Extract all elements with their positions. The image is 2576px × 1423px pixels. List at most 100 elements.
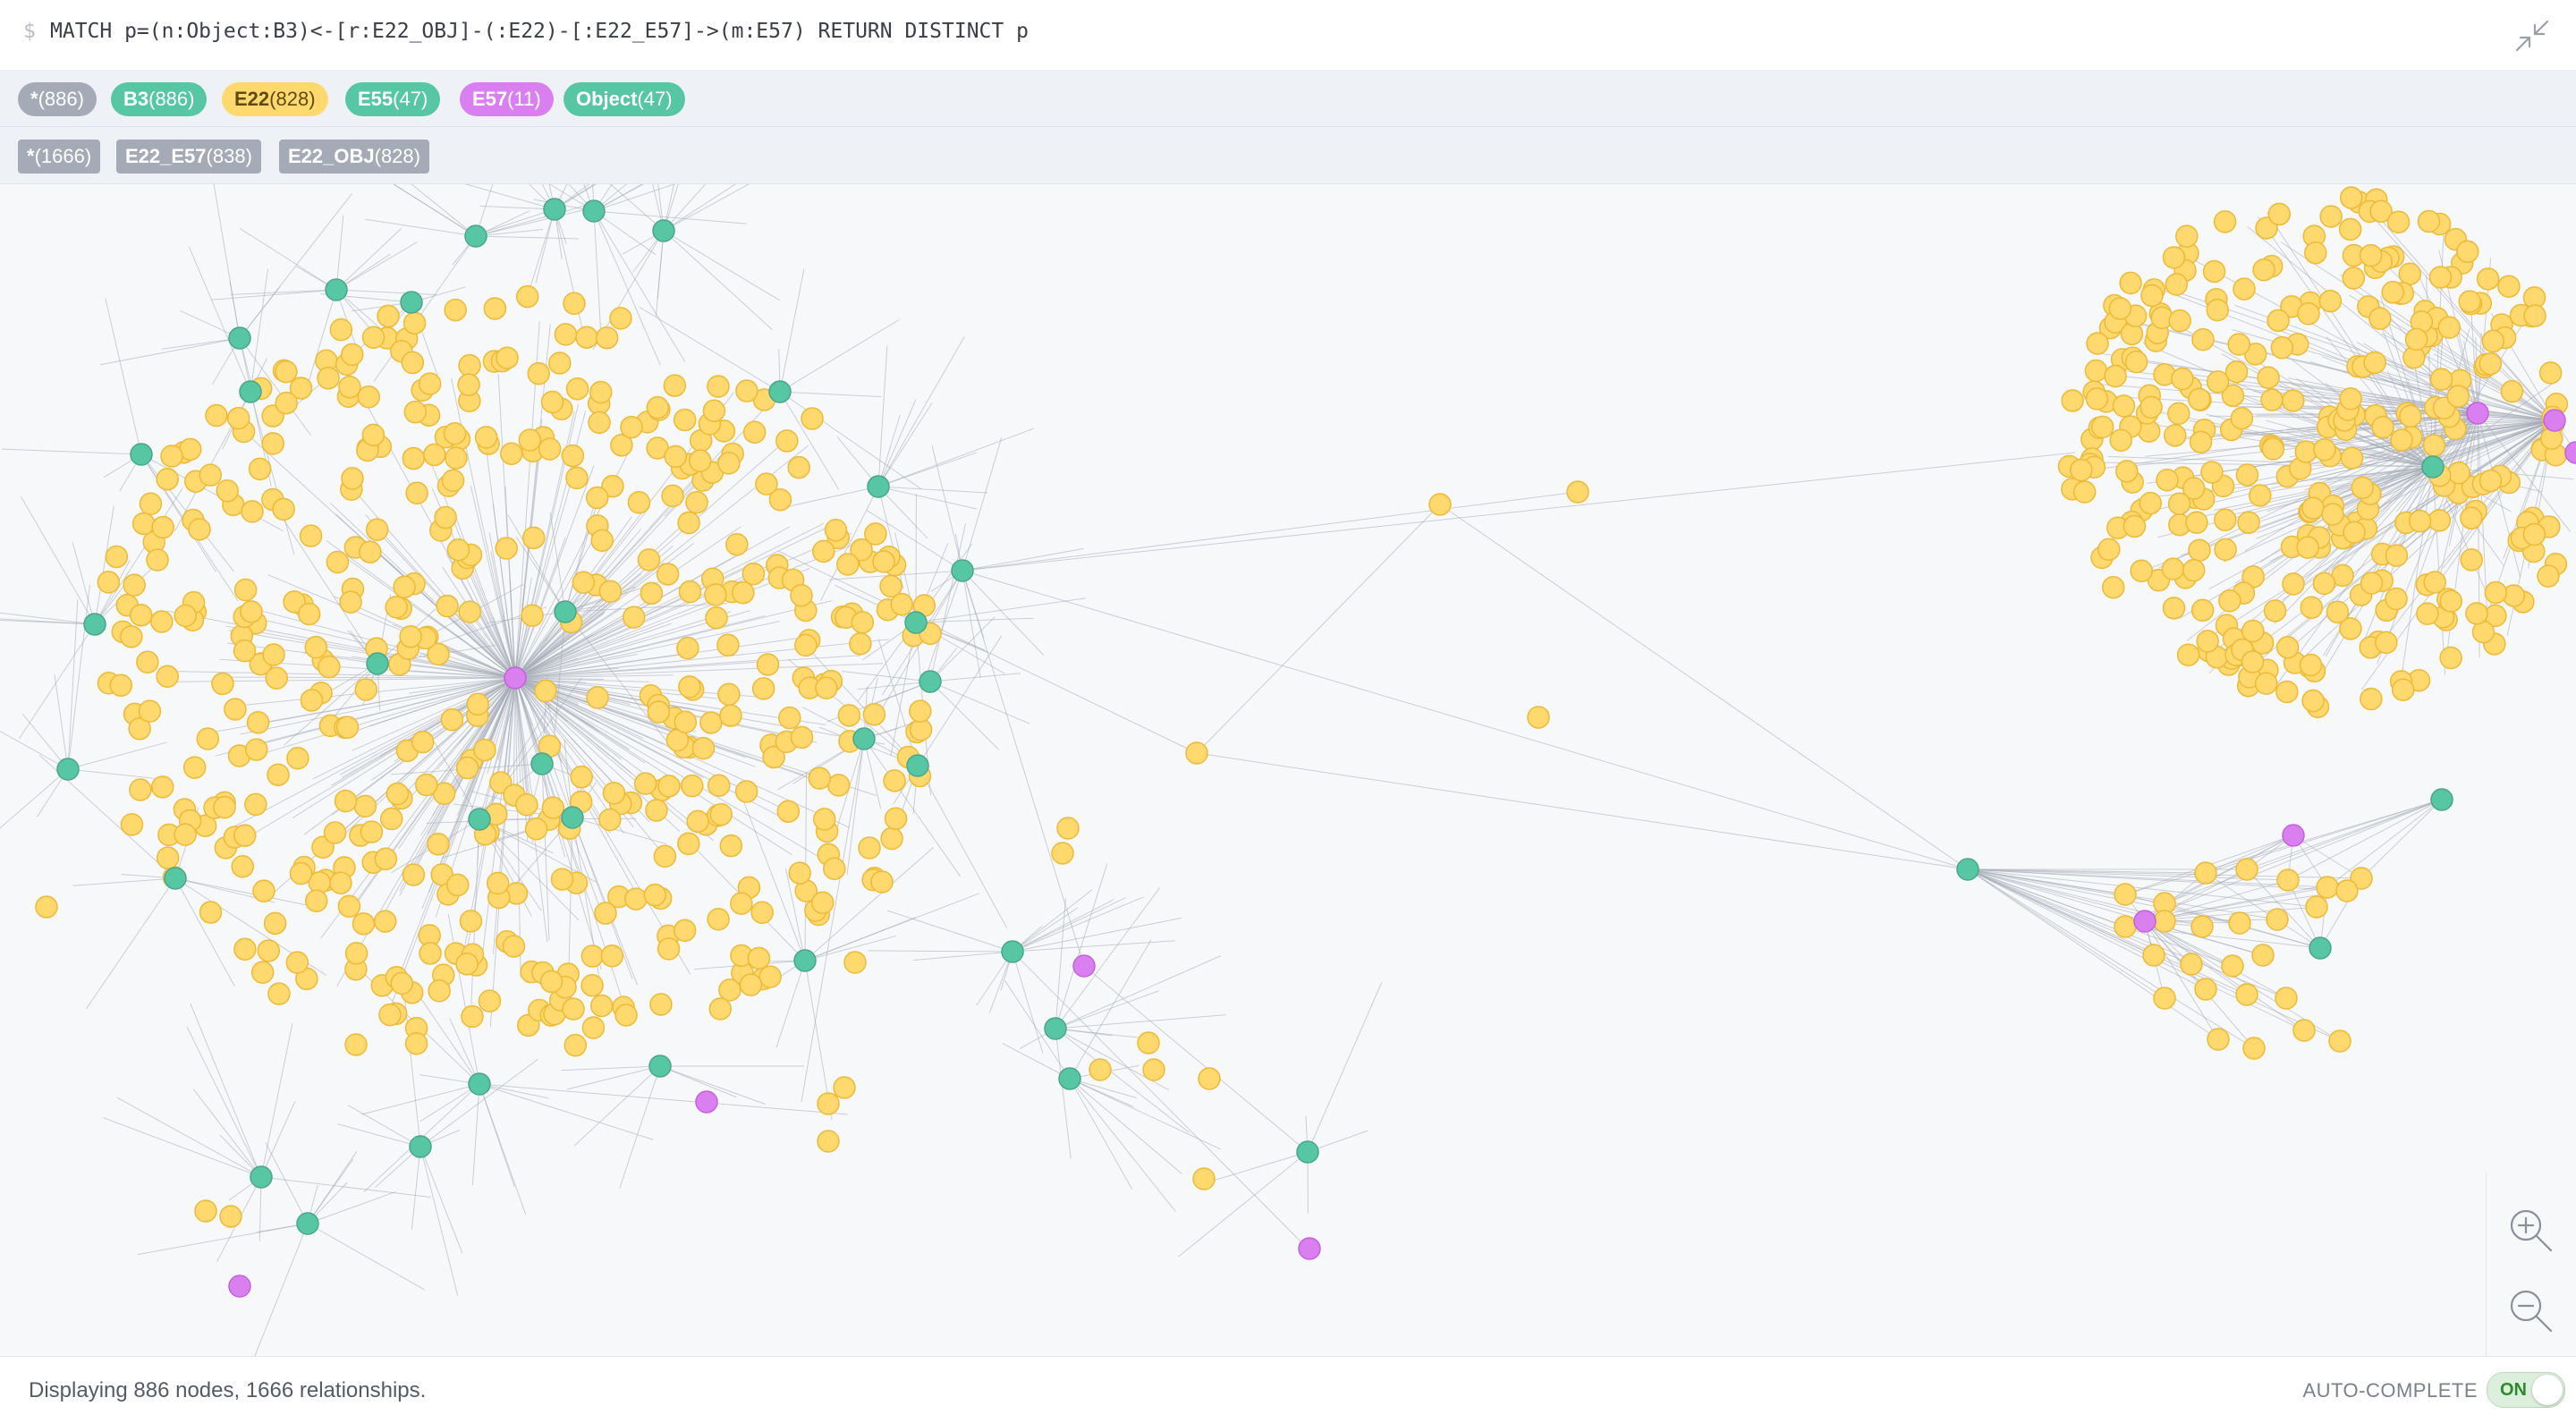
e22-node[interactable] [677, 638, 699, 659]
relationship-type-tag[interactable]: *(1666) [18, 140, 100, 174]
e22-node[interactable] [152, 517, 174, 538]
e22-node[interactable] [2215, 538, 2236, 560]
relationship-edge[interactable] [348, 1105, 420, 1147]
relationship-edge[interactable] [780, 392, 882, 397]
relationship-edge[interactable] [403, 184, 555, 209]
e22-node[interactable] [2195, 862, 2216, 884]
e22-node[interactable] [2265, 600, 2286, 622]
e22-node[interactable] [2116, 461, 2138, 482]
e22-node[interactable] [2186, 512, 2207, 533]
relationship-edge[interactable] [191, 1004, 261, 1177]
e22-node[interactable] [445, 447, 467, 469]
e22-node[interactable] [2440, 590, 2462, 612]
e22-node[interactable] [2109, 298, 2131, 319]
e22-node[interactable] [381, 809, 402, 830]
relationship-edge[interactable] [106, 298, 141, 454]
e22-node[interactable] [2086, 388, 2107, 410]
e22-node[interactable] [2448, 462, 2470, 484]
relationship-edge[interactable] [555, 209, 585, 341]
e22-node[interactable] [206, 405, 227, 427]
e22-node[interactable] [2131, 560, 2152, 581]
e22-node[interactable] [228, 408, 250, 429]
relationship-edge[interactable] [420, 1147, 462, 1253]
relationship-edge[interactable] [1055, 898, 1065, 1029]
relationship-edge[interactable] [308, 1191, 396, 1224]
e22-node[interactable] [2190, 431, 2212, 453]
e22-node[interactable] [2478, 268, 2499, 290]
relationship-edge[interactable] [780, 269, 804, 392]
e22-node[interactable] [678, 512, 699, 534]
relationship-edge[interactable] [594, 184, 708, 211]
e22-node[interactable] [1567, 481, 1589, 503]
node-label-pill[interactable]: B3(886) [111, 82, 207, 116]
e22-node[interactable] [2523, 523, 2545, 545]
e22-node[interactable] [456, 953, 478, 975]
e22-node[interactable] [2479, 470, 2501, 492]
e22-node[interactable] [753, 678, 775, 699]
e22-node[interactable] [355, 679, 377, 700]
autocomplete-toggle[interactable]: ON [2487, 1372, 2565, 1408]
e22-node[interactable] [2192, 329, 2214, 351]
relationship-edge[interactable] [962, 437, 1002, 571]
node-label-pill[interactable]: E55(47) [345, 82, 440, 116]
relationship-edge[interactable] [420, 1147, 458, 1296]
e22-node[interactable] [646, 800, 667, 821]
e22-node[interactable] [859, 837, 880, 859]
e22-node[interactable] [523, 527, 545, 548]
relationship-edge[interactable] [930, 682, 1030, 724]
relationship-edge[interactable] [244, 1224, 308, 1356]
e22-node[interactable] [2236, 464, 2258, 486]
e22-node[interactable] [814, 809, 835, 830]
e22-node[interactable] [2163, 597, 2184, 619]
relationship-edge[interactable] [308, 1159, 353, 1224]
e22-node[interactable] [200, 902, 222, 923]
query-editor-bar[interactable]: $ MATCH p=(n:Object:B3)<-[r:E22_OBJ]-(:E… [0, 0, 2576, 71]
relationship-edge[interactable] [913, 952, 1013, 961]
e22-node[interactable] [881, 828, 902, 850]
e22-node[interactable] [234, 938, 256, 960]
e22-node[interactable] [503, 936, 524, 957]
relationship-edge[interactable] [869, 951, 1013, 952]
e22-node[interactable] [865, 523, 886, 545]
e57-node[interactable] [696, 1091, 717, 1113]
e22-node[interactable] [435, 507, 456, 529]
e22-node[interactable] [360, 821, 382, 843]
e22-node[interactable] [590, 382, 612, 403]
e22-node[interactable] [884, 770, 905, 792]
e22-node[interactable] [2120, 272, 2141, 293]
e22-node[interactable] [157, 665, 178, 687]
e22-node[interactable] [563, 998, 584, 1020]
e22-node[interactable] [2461, 507, 2482, 529]
e22-node[interactable] [564, 292, 585, 314]
relationship-edge[interactable] [336, 242, 417, 290]
e22-node[interactable] [886, 808, 907, 829]
e22-node[interactable] [287, 748, 309, 769]
relationship-edge[interactable] [1013, 941, 1175, 952]
object-node[interactable] [868, 476, 889, 497]
e22-node[interactable] [2238, 512, 2259, 533]
relationship-edge[interactable] [214, 184, 240, 338]
e22-node[interactable] [709, 998, 731, 1020]
relationship-edge[interactable] [2, 449, 141, 454]
e22-node[interactable] [290, 863, 311, 885]
e22-node[interactable] [2501, 381, 2522, 402]
e22-node[interactable] [2479, 353, 2501, 375]
object-node[interactable] [794, 950, 816, 971]
e22-node[interactable] [795, 634, 817, 656]
e22-node[interactable] [367, 519, 388, 540]
e22-node[interactable] [587, 487, 608, 508]
e22-node[interactable] [2466, 603, 2487, 624]
relationship-edge[interactable] [336, 228, 402, 290]
relationship-edge[interactable] [336, 290, 436, 295]
e22-node[interactable] [2498, 275, 2520, 297]
e22-node[interactable] [360, 541, 381, 563]
e22-node[interactable] [2256, 673, 2277, 694]
e22-node[interactable] [740, 974, 761, 995]
relationship-edge[interactable] [476, 205, 589, 236]
e22-node[interactable] [2169, 493, 2190, 514]
e22-node[interactable] [262, 433, 284, 454]
relationship-edge[interactable] [2327, 800, 2442, 887]
e22-node[interactable] [706, 607, 727, 629]
e22-node[interactable] [2461, 549, 2482, 571]
e22-node[interactable] [2268, 203, 2290, 224]
